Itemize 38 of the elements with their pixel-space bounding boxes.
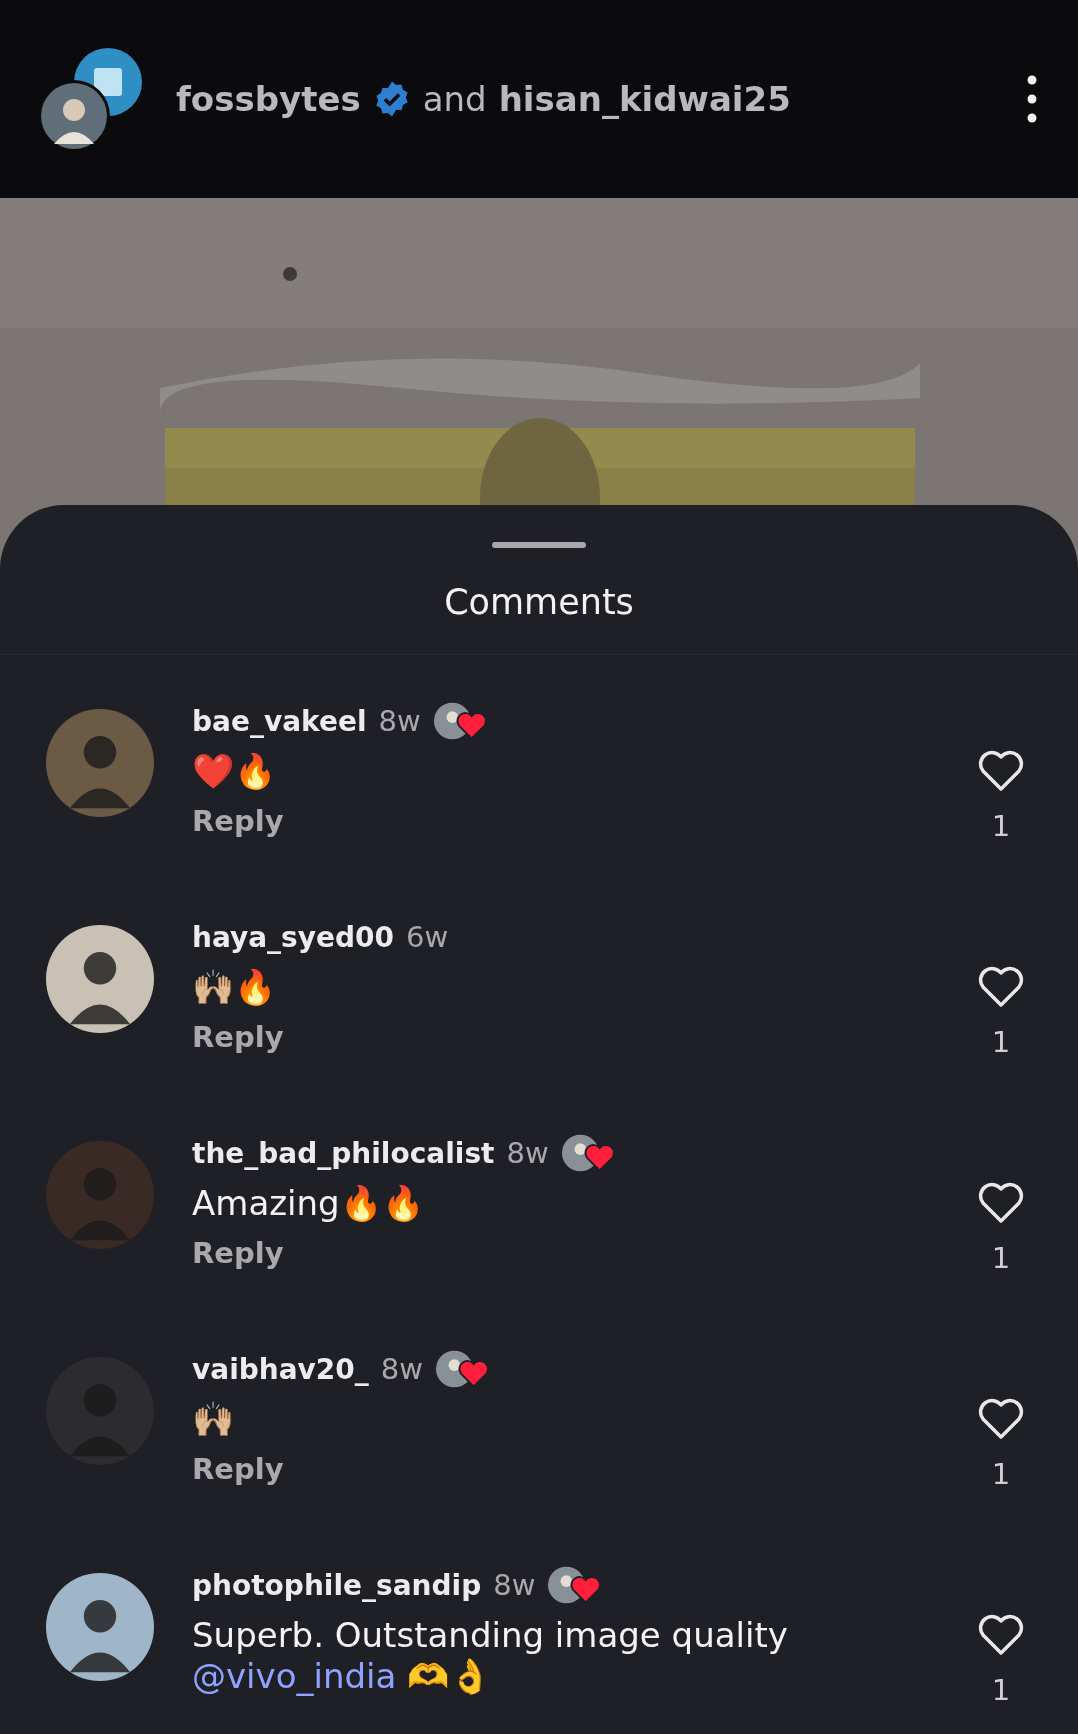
like-icon[interactable] — [977, 749, 1025, 793]
comment-text: 🙌🏼🔥 — [192, 967, 277, 1008]
comment-text: Superb. Outstanding image quality @vivo_india 🫶👌 — [192, 1615, 789, 1697]
more-options-icon[interactable] — [1026, 74, 1038, 124]
like-icon[interactable] — [977, 965, 1025, 1009]
username[interactable]: photophile_sandip — [192, 1568, 482, 1602]
comment-text: 🙌🏼 — [192, 1399, 235, 1440]
username[interactable]: vaibhav20_ — [192, 1352, 369, 1386]
timestamp: 8w — [506, 1136, 549, 1170]
like-icon[interactable] — [977, 1397, 1025, 1441]
author-name[interactable]: fossbytes — [176, 79, 361, 119]
sheet-title: Comments — [443, 582, 635, 622]
reply-button[interactable]: Reply — [192, 803, 284, 838]
drag-handle[interactable] — [492, 542, 586, 548]
username[interactable]: bae_vakeel — [192, 704, 367, 738]
timestamp: 8w — [493, 1568, 536, 1602]
reply-button[interactable]: Reply — [192, 1019, 284, 1054]
avatar[interactable] — [46, 925, 154, 1033]
like-count: 1 — [991, 1025, 1011, 1059]
connector-text: and — [422, 79, 487, 119]
like-count: 1 — [991, 1457, 1011, 1491]
comment-text: Amazing🔥🔥 — [192, 1183, 425, 1224]
comment-text: ❤🔥 — [192, 751, 277, 792]
like-count: 1 — [991, 1241, 1011, 1275]
username[interactable]: haya_syed00 — [192, 920, 395, 954]
avatar[interactable] — [46, 1573, 154, 1681]
timestamp: 6w — [406, 920, 449, 954]
collaborator-name[interactable]: hisan_kidwai25 — [498, 79, 791, 119]
timestamp: 8w — [380, 1352, 423, 1386]
mention-link[interactable]: @vivo_india — [192, 1655, 397, 1696]
username[interactable]: the_bad_philocalist — [192, 1136, 495, 1170]
like-count: 1 — [991, 809, 1011, 843]
like-icon[interactable] — [977, 1613, 1025, 1657]
reply-button[interactable]: Reply — [192, 1235, 284, 1270]
like-icon[interactable] — [977, 1181, 1025, 1225]
reply-button[interactable]: Reply — [192, 1451, 284, 1486]
timestamp: 8w — [378, 704, 421, 738]
like-count: 1 — [991, 1673, 1011, 1707]
